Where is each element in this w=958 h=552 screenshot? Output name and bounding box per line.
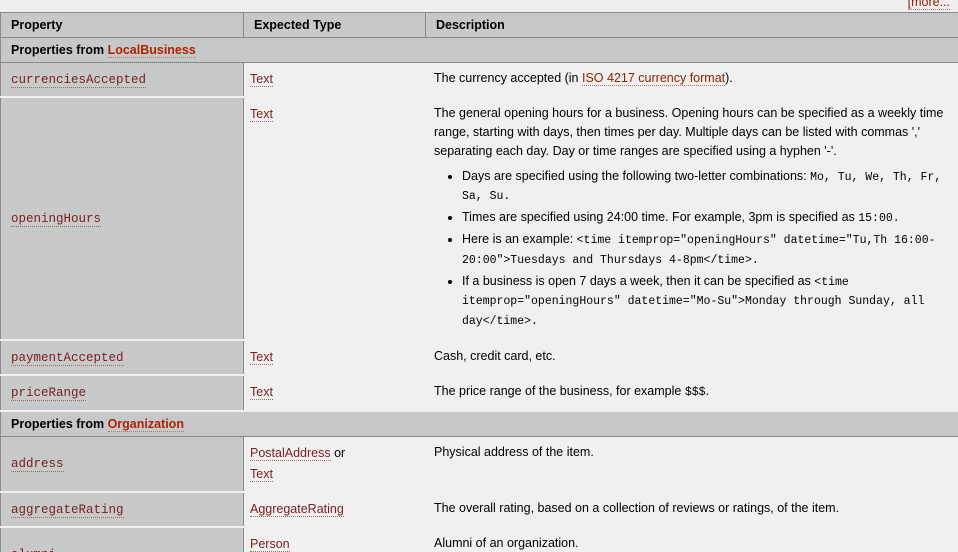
description-text: The currency accepted (in [434,71,582,85]
list-item: If a business is open 7 days a week, the… [462,272,947,331]
property-cell: priceRange [0,375,244,412]
expected-type-cell: Text [243,97,426,341]
description-code: $$$ [684,386,706,400]
description-bullet-list: Days are specified using the following t… [434,167,947,332]
description-cell: The currency accepted (in ISO 4217 curre… [425,62,958,99]
expected-type-link[interactable]: Person [250,537,290,552]
expected-type-link[interactable]: Text [250,107,273,123]
description-cell: Cash, credit card, etc. [425,340,958,377]
expected-type-cell: Text [243,62,426,99]
section-header-row: Properties from Organization [0,410,958,437]
description-text: Physical address of the item. [434,444,594,459]
column-header-expected-type: Expected Type [243,12,426,38]
section-heading-type-link[interactable]: LocalBusiness [107,43,196,58]
expected-type-entry: PostalAddress or [250,443,417,464]
expected-type-entry: AggregateRating [250,499,417,520]
expected-type-entry: Text [250,464,417,485]
more-link[interactable]: [more... [907,0,950,10]
description-text: Cash, credit card, etc. [434,349,556,363]
expected-type-cell: AggregateRating [243,492,426,529]
expected-type-entry: Text [250,382,417,403]
bullet-code: 15:00. [858,212,900,226]
bullet-text: Times are specified using 24:00 time. Fo… [462,210,859,225]
list-item: Times are specified using 24:00 time. Fo… [462,208,947,228]
column-header-property: Property [0,12,244,38]
table-body: Properties from LocalBusiness currenciesA… [0,37,958,552]
expected-type-link[interactable]: Text [250,385,273,401]
property-name-link[interactable]: priceRange [11,386,87,402]
expected-type-entry: Text [250,69,417,90]
description-paragraph: The currency accepted (in ISO 4217 curre… [434,69,947,88]
description-paragraph: The general opening hours for a business… [434,106,944,158]
description-cell: The price range of the business, for exa… [425,375,958,412]
description-paragraph: Physical address of the item. [434,443,947,462]
description-paragraph: The overall rating, based on a collectio… [434,499,947,518]
expected-type-link[interactable]: PostalAddress [250,445,331,461]
section-heading-prefix: Properties from [11,43,108,57]
table-row: aggregateRating AggregateRating The overal… [0,492,958,529]
table-header-row: Property Expected Type Description [0,12,958,38]
property-cell: aggregateRating [0,492,244,529]
property-name-link[interactable]: aggregateRating [11,503,124,519]
description-text: ). [725,71,733,85]
property-cell: paymentAccepted [0,340,244,377]
expected-type-cell: Text [243,375,426,412]
description-paragraph: Alumni of an organization. [434,534,947,552]
property-cell: address [0,436,244,493]
schema-properties-table: Property Expected Type Description Prope… [0,12,958,552]
property-name-link[interactable]: openingHours [11,212,102,228]
top-bar: [more... [0,0,958,12]
expected-type-cell: Person [243,527,426,552]
section-header-row: Properties from LocalBusiness [0,37,958,63]
description-paragraph: Cash, credit card, etc. [434,347,947,366]
section-heading: Properties from Organization [0,410,958,437]
expected-type-cell: Text [243,340,426,377]
expected-type-cell: PostalAddress or Text [243,436,426,493]
description-cell: Alumni of an organization.Inverse proper… [425,527,958,552]
description-link[interactable]: ISO 4217 currency format [582,71,726,86]
expected-type-entry: Text [250,347,417,368]
list-item: Here is an example: <time itemprop="open… [462,230,947,270]
table-row: address PostalAddress or Text Physical addr… [0,436,958,493]
expected-type-entry: Person [250,534,417,552]
property-cell: openingHours [0,97,244,341]
table-row: paymentAccepted Text Cash, credit card, et… [0,340,958,377]
property-name-link[interactable]: alumni [11,548,57,552]
property-cell: alumni [0,527,244,552]
bullet-text: If a business is open 7 days a week, the… [462,273,815,288]
table-row: openingHours Text The general opening hour… [0,97,958,341]
description-cell: The overall rating, based on a collectio… [425,492,958,529]
bullet-text: Here is an example: [462,231,577,246]
expected-type-link[interactable]: Text [250,350,273,365]
type-or-separator: or [330,445,346,460]
column-header-description: Description [425,12,958,38]
section-heading-prefix: Properties from [11,416,108,431]
expected-type-link[interactable]: Text [250,466,273,482]
expected-type-entry: Text [250,104,417,125]
property-name-link[interactable]: currenciesAccepted [11,73,147,89]
list-item: Days are specified using the following t… [462,167,947,207]
property-cell: currenciesAccepted [0,62,244,99]
table-header: Property Expected Type Description [0,12,958,38]
section-heading: Properties from LocalBusiness [0,37,958,63]
description-text: The overall rating, based on a collectio… [434,501,840,515]
table-row: priceRange Text The price range of the bus… [0,375,958,412]
description-paragraph: The price range of the business, for exa… [434,382,947,401]
description-cell: The general opening hours for a business… [425,97,958,341]
property-name-link[interactable]: address [11,457,64,473]
property-name-link[interactable]: paymentAccepted [11,351,124,367]
description-cell: Physical address of the item. [425,436,958,493]
description-text: . [705,384,710,399]
expected-type-link[interactable]: AggregateRating [250,502,344,517]
table-row: alumni Person Alumni of an organization.In… [0,527,958,552]
expected-type-link[interactable]: Text [250,72,273,87]
bullet-text: Days are specified using the following t… [462,168,811,183]
table-row: currenciesAccepted Text The currency accep… [0,62,958,99]
section-heading-type-link[interactable]: Organization [107,416,184,432]
description-text: The price range of the business, for exa… [434,384,685,399]
description-text: Alumni of an organization. [434,536,579,551]
